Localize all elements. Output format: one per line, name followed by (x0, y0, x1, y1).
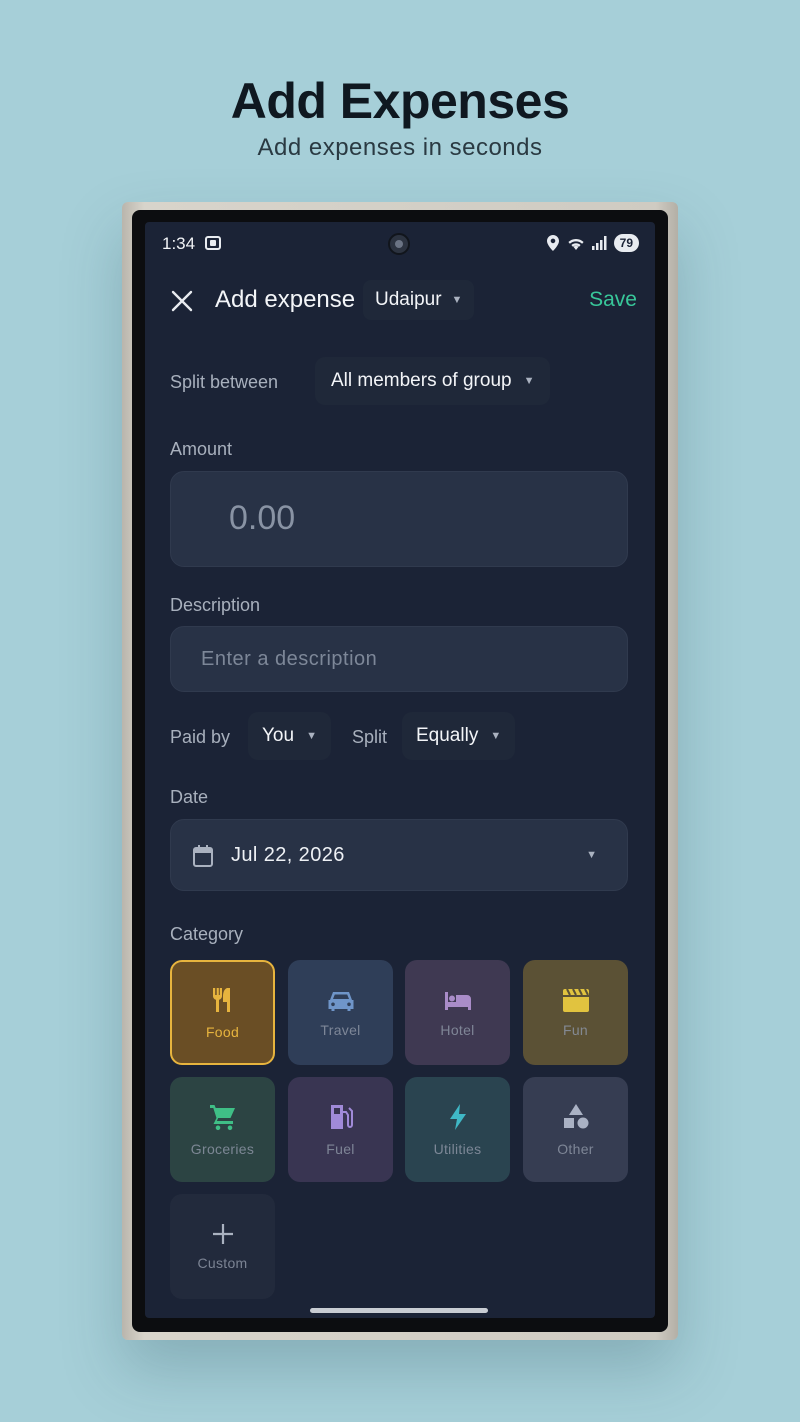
category-custom[interactable]: Custom (170, 1194, 275, 1299)
category-food[interactable]: Food (170, 960, 275, 1065)
screen-record-icon (205, 236, 221, 250)
chevron-down-icon: ▼ (306, 730, 317, 742)
category-label-fun: Fun (562, 1021, 589, 1038)
location-icon (546, 235, 559, 251)
chevron-down-icon: ▼ (586, 849, 597, 861)
calendar-icon (193, 845, 213, 867)
paid-by-selector[interactable]: You ▼ (248, 712, 331, 760)
status-time: 1:34 (162, 234, 196, 253)
close-icon (171, 290, 193, 312)
car-icon (328, 991, 353, 1011)
amount-label: Amount (170, 439, 233, 459)
chevron-down-icon: ▼ (451, 294, 463, 306)
category-label-hotel: Hotel (440, 1021, 475, 1038)
close-button[interactable] (167, 286, 197, 316)
chevron-down-icon: ▼ (523, 375, 535, 387)
shapes-icon (563, 1103, 588, 1128)
split-between-selector[interactable]: All members of group ▼ (315, 357, 551, 405)
split-between-label: Split between (170, 372, 279, 392)
wifi-icon (568, 238, 584, 250)
description-placeholder: Enter a description (201, 648, 378, 670)
plus-icon (212, 1223, 233, 1244)
bed-icon (444, 991, 471, 1010)
front-camera (388, 233, 410, 255)
status-icons: 79 (546, 234, 639, 252)
category-label-fuel: Fuel (326, 1140, 355, 1157)
fuel-pump-icon (330, 1104, 353, 1129)
category-label-groceries: Groceries (190, 1140, 255, 1157)
chevron-down-icon: ▼ (490, 730, 502, 742)
screen-title: Add expense (215, 286, 356, 313)
category-travel[interactable]: Travel (288, 960, 393, 1065)
group-selector[interactable]: Udaipur ▼ (363, 280, 475, 320)
bolt-icon (449, 1103, 466, 1130)
category-groceries[interactable]: Groceries (170, 1077, 275, 1182)
description-input[interactable]: Enter a description (170, 626, 628, 692)
category-utilities[interactable]: Utilities (405, 1077, 510, 1182)
category-other[interactable]: Other (523, 1077, 628, 1182)
category-label-utilities: Utilities (433, 1140, 482, 1157)
date-picker[interactable]: Jul 22, 2026 ▼ (170, 819, 628, 891)
signal-icon (591, 236, 607, 250)
fork-knife-icon (212, 987, 230, 1012)
save-button[interactable]: Save (589, 288, 637, 312)
category-hotel[interactable]: Hotel (405, 960, 510, 1065)
battery-icon: 79 (613, 234, 639, 252)
category-fun[interactable]: Fun (523, 960, 628, 1065)
paid-by-value: You (262, 725, 295, 746)
description-label: Description (170, 595, 261, 615)
promo-subtitle: Add expenses in seconds (257, 134, 543, 161)
category-label-custom: Custom (197, 1254, 248, 1271)
battery-level: 79 (619, 236, 633, 250)
date-label: Date (170, 787, 209, 807)
category-fuel[interactable]: Fuel (288, 1077, 393, 1182)
category-label-other: Other (557, 1140, 594, 1157)
split-label: Split (352, 727, 388, 747)
clapperboard-icon (562, 988, 589, 1012)
group-name: Udaipur (375, 289, 442, 310)
split-method-value: Equally (416, 725, 479, 746)
category-label: Category (170, 924, 244, 944)
split-between-value: All members of group (331, 370, 512, 391)
app-screen: 1:34 79 Add expense Udaipur ▼ Save Split… (145, 222, 655, 1318)
paid-by-label: Paid by (170, 727, 231, 747)
category-label-travel: Travel (320, 1021, 361, 1038)
amount-input[interactable]: 0.00 (170, 471, 628, 567)
amount-placeholder: 0.00 (229, 499, 296, 537)
promo-title: Add Expenses (230, 73, 570, 129)
category-label-food: Food (205, 1023, 240, 1040)
cart-icon (209, 1104, 235, 1130)
split-method-selector[interactable]: Equally ▼ (402, 712, 516, 760)
date-value: Jul 22, 2026 (231, 844, 345, 866)
home-indicator[interactable] (310, 1308, 488, 1313)
